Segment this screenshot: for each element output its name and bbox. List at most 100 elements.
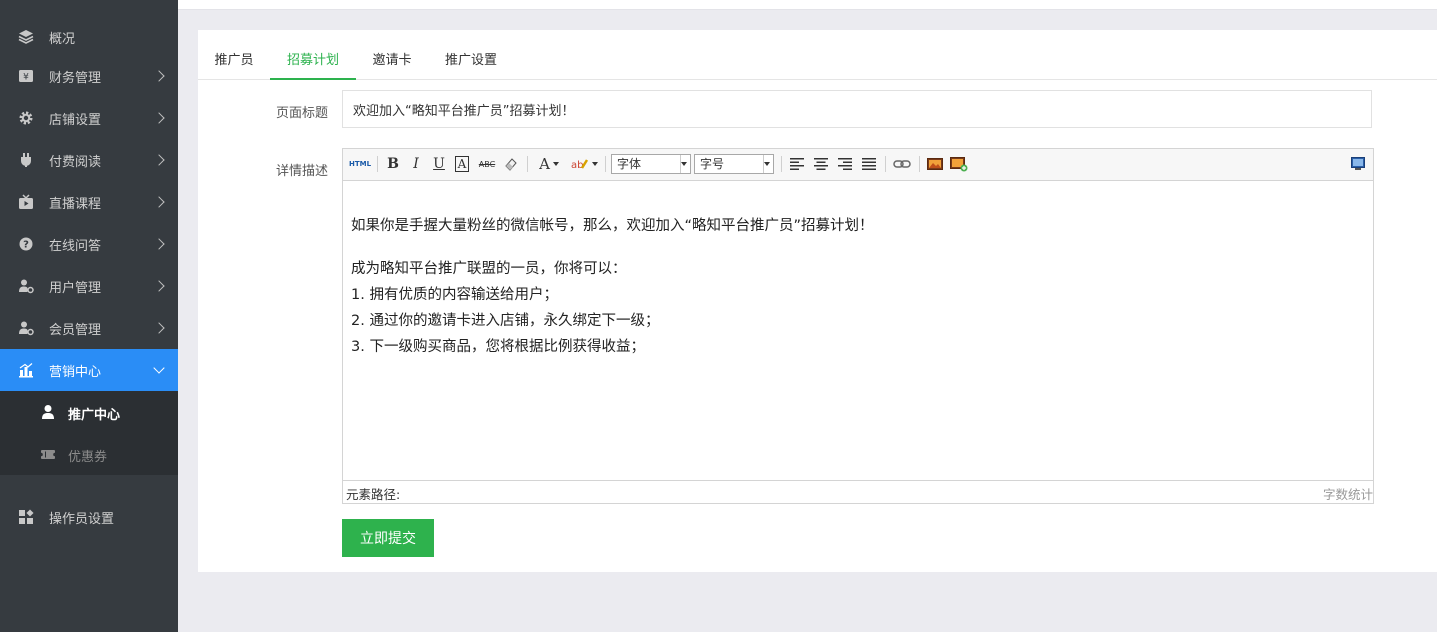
toolbar-separator — [605, 156, 606, 172]
plug-icon — [18, 152, 34, 168]
chevron-right-icon — [153, 70, 165, 82]
insert-image-button[interactable] — [925, 154, 945, 174]
strikethrough-button[interactable]: ABC — [476, 154, 498, 174]
member-icon — [18, 320, 34, 336]
sidebar-item-user-management[interactable]: 用户管理 — [0, 265, 178, 307]
multi-image-icon — [950, 157, 968, 172]
sidebar-item-label: 会员管理 — [49, 322, 102, 338]
sidebar-item-member-management[interactable]: 会员管理 — [0, 307, 178, 349]
fullscreen-button[interactable] — [1349, 154, 1367, 174]
page-title-input[interactable] — [342, 90, 1372, 128]
caret-down-icon — [592, 162, 598, 166]
font-color-button[interactable]: A — [535, 154, 563, 174]
svg-text:¥: ¥ — [23, 73, 29, 83]
toolbar-separator — [885, 156, 886, 172]
italic-button[interactable]: I — [406, 154, 426, 174]
element-path-label: 元素路径: — [346, 487, 401, 502]
sidebar-item-label: 营销中心 — [49, 364, 102, 380]
editor-content[interactable]: 如果你是手握大量粉丝的微信帐号，那么，欢迎加入“略知平台推广员”招募计划！ 成为… — [351, 183, 1365, 479]
sidebar-item-label: 店铺设置 — [49, 112, 102, 128]
user-gear-icon — [18, 278, 34, 294]
tab-recruitment-plan[interactable]: 招募计划 — [270, 42, 356, 80]
chevron-right-icon — [153, 196, 165, 208]
ticket-icon — [39, 446, 57, 462]
content-paragraph: 如果你是手握大量粉丝的微信帐号，那么，欢迎加入“略知平台推广员”招募计划！ — [351, 218, 874, 234]
sidebar-item-label: 财务管理 — [49, 70, 102, 86]
toolbar-separator — [377, 156, 378, 172]
tab-promoters[interactable]: 推广员 — [213, 42, 255, 80]
font-color-glyph: A — [539, 155, 550, 173]
font-family-value: 字体 — [617, 157, 642, 171]
top-bar — [178, 0, 1437, 10]
content-paragraph: 2. 通过你的邀请卡进入店铺，永久绑定下一级； — [351, 313, 660, 329]
content-paragraph: 1. 拥有优质的内容输送给用户； — [351, 287, 558, 303]
chevron-right-icon — [153, 322, 165, 334]
sidebar-item-label: 概况 — [49, 31, 76, 47]
sidebar-item-live-course[interactable]: 直播课程 — [0, 181, 178, 223]
sidebar-item-finance[interactable]: ¥ 财务管理 — [0, 55, 178, 97]
sidebar-item-label: 付费阅读 — [49, 154, 102, 170]
tab-bar: 推广员 招募计划 邀请卡 推广设置 — [198, 42, 1437, 80]
sidebar-subitem-promotion-center[interactable]: 推广中心 — [0, 391, 178, 433]
sidebar-subitem-coupons[interactable]: 优惠券 — [0, 433, 178, 475]
eraser-icon — [505, 158, 517, 171]
font-border-glyph: A — [454, 156, 470, 172]
highlight-color-button[interactable]: ab — [569, 154, 599, 174]
layers-icon — [18, 29, 34, 45]
apps-icon — [18, 509, 34, 525]
editor-toolbar: HTML B I U A ABC A ab 字体 字号 — [343, 149, 1373, 181]
font-size-value: 字号 — [700, 157, 725, 171]
word-count-label: 字数统计 — [1322, 487, 1373, 502]
sidebar-item-label: 在线问答 — [49, 238, 102, 254]
link-icon — [893, 160, 911, 168]
chevron-right-icon — [153, 280, 165, 292]
monitor-icon — [1351, 157, 1365, 170]
content-paragraph: 成为略知平台推广联盟的一员，你将可以： — [351, 261, 627, 277]
link-button[interactable] — [891, 154, 913, 174]
font-border-button[interactable]: A — [453, 154, 471, 174]
underline-button[interactable]: U — [429, 154, 449, 174]
sidebar-item-operator-settings[interactable]: 操作员设置 — [0, 496, 178, 538]
highlighter-icon: ab — [571, 159, 589, 171]
rich-text-editor[interactable]: HTML B I U A ABC A ab 字体 字号 如果你是手握大量粉丝的微… — [342, 148, 1374, 504]
toolbar-separator — [527, 156, 528, 172]
sidebar-subitem-label: 推广中心 — [68, 408, 121, 423]
sidebar-subitem-label: 优惠券 — [68, 450, 108, 465]
submenu-marketing: 推广中心 优惠券 — [0, 391, 178, 475]
sidebar-item-marketing-center[interactable]: 营销中心 — [0, 349, 178, 391]
editor-statusbar: 元素路径: 字数统计 — [343, 480, 1373, 503]
caret-down-icon — [764, 162, 770, 166]
gear-icon — [18, 110, 34, 126]
tab-promotion-settings[interactable]: 推广设置 — [442, 42, 500, 80]
tab-invite-card[interactable]: 邀请卡 — [370, 42, 414, 80]
font-size-select[interactable]: 字号 — [694, 154, 774, 174]
sidebar-item-shop-settings[interactable]: 店铺设置 — [0, 97, 178, 139]
eraser-button[interactable] — [501, 154, 521, 174]
align-center-button[interactable] — [811, 154, 831, 174]
submit-button[interactable]: 立即提交 — [342, 519, 434, 557]
sidebar-item-label: 用户管理 — [49, 280, 102, 296]
description-label: 详情描述 — [275, 164, 328, 179]
align-center-icon — [814, 158, 828, 170]
chevron-right-icon — [153, 112, 165, 124]
user-icon — [40, 404, 56, 420]
toolbar-separator — [781, 156, 782, 172]
insert-multi-image-button[interactable] — [949, 154, 969, 174]
align-right-button[interactable] — [835, 154, 855, 174]
toolbar-separator — [919, 156, 920, 172]
align-justify-button[interactable] — [859, 154, 879, 174]
bold-button[interactable]: B — [383, 154, 403, 174]
align-justify-icon — [862, 158, 876, 170]
align-left-button[interactable] — [787, 154, 807, 174]
align-right-icon — [838, 158, 852, 170]
html-source-button[interactable]: HTML — [349, 154, 371, 174]
caret-down-icon — [681, 162, 687, 166]
chart-icon — [18, 362, 34, 378]
sidebar-item-overview[interactable]: 概况 — [0, 16, 178, 58]
content-paragraph: 3. 下一级购买商品，您将根据比例获得收益； — [351, 339, 645, 355]
sidebar-item-paid-reading[interactable]: 付费阅读 — [0, 139, 178, 181]
caret-down-icon — [552, 162, 559, 166]
font-family-select[interactable]: 字体 — [611, 154, 691, 174]
sidebar-item-online-qa[interactable]: ? 在线问答 — [0, 223, 178, 265]
question-icon: ? — [18, 236, 34, 252]
